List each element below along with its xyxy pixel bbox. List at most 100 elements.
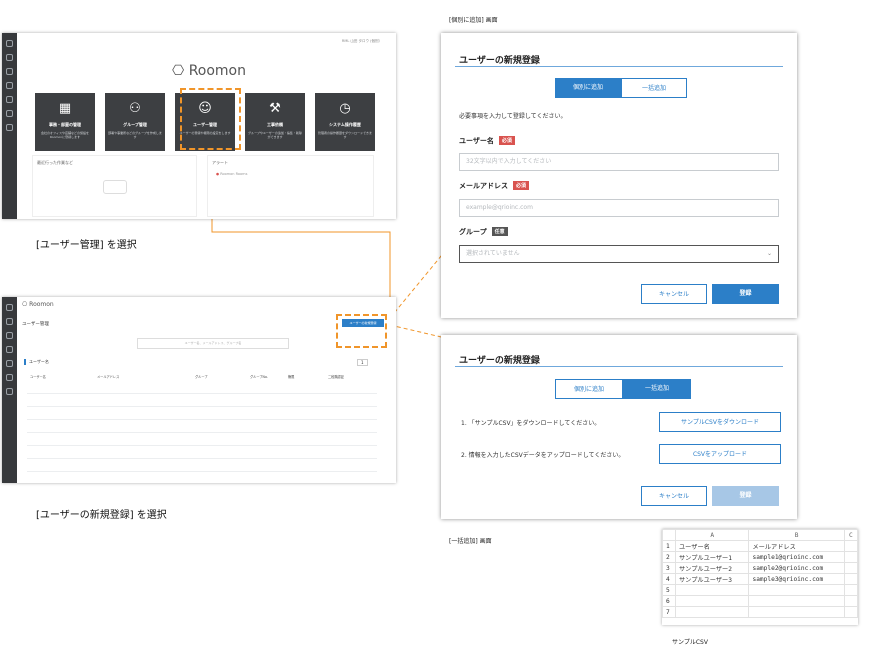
roomon-logo-icon: ⎔ xyxy=(172,63,185,79)
email-label: メールアドレス 必須 xyxy=(459,181,530,191)
table-row[interactable] xyxy=(27,407,377,420)
cell[interactable]: サンプルユーザー3 xyxy=(674,573,750,585)
csv-table: A B C 1 ユーザー名 メールアドレス 2 サンプルユーザー1 sample1@qr… xyxy=(662,529,858,618)
username-label-text: ユーザー名 xyxy=(459,137,494,145)
col-role: 権限 xyxy=(288,375,295,379)
col-header-b: B xyxy=(748,529,845,541)
table-row[interactable] xyxy=(27,459,377,472)
cell[interactable] xyxy=(843,540,858,552)
csv-row: 2 サンプルユーザー1 sample1@qrioinc.com xyxy=(662,551,858,563)
users-logo-text: Roomon xyxy=(29,301,54,308)
table-header: ユーザー名 メールアドレス グループ グループNo. 権限 二段階認証 xyxy=(30,374,360,379)
alert-panel: アラート ● Roomon Rooms xyxy=(207,155,374,217)
tile-facility[interactable]: ▦ 事務・部屋の管理 会社のオフィスや店舗などの施設をRoomonに登録します xyxy=(35,93,95,151)
home-user-label[interactable]: RML 山田 タロウ (個別） xyxy=(342,39,382,44)
users-page-title: ユーザー管理 xyxy=(22,322,49,327)
tile-construction[interactable]: ⚒ 工事依頼 グループやユーザーの追加・編集・削除ができます xyxy=(245,93,305,151)
row-number: 6 xyxy=(662,595,676,607)
csv-row: 5 xyxy=(662,584,858,596)
upload-csv-button[interactable]: CSVをアップロード xyxy=(659,444,781,464)
cell[interactable] xyxy=(843,584,858,596)
step2-text: 2. 情報を入力したCSVデータをアップロードしてください。 xyxy=(461,452,625,459)
table-row[interactable] xyxy=(27,381,377,394)
search-input[interactable]: ユーザー名、メールアドレス、グループ名 xyxy=(137,338,289,349)
modal-title-rule xyxy=(455,366,783,367)
recent-label: 最近行った作業など xyxy=(37,160,73,165)
tab-bulk[interactable]: 一括追加 xyxy=(623,379,691,399)
cell[interactable]: sample1@qrioinc.com xyxy=(748,551,845,563)
modal-title: ユーザーの新規登録 xyxy=(459,356,540,366)
row-number: 2 xyxy=(662,551,676,563)
recent-panel: 最近行った作業など xyxy=(32,155,197,217)
tools-icon: ⚒ xyxy=(269,101,281,116)
cell[interactable] xyxy=(674,584,750,596)
download-sample-button[interactable]: サンプルCSVをダウンロード xyxy=(659,412,781,432)
col-group: グループ xyxy=(195,375,208,379)
alert-label: アラート xyxy=(212,160,228,165)
group-select-value: 選択されていません xyxy=(466,250,520,257)
modal-title: ユーザーの新規登録 xyxy=(459,56,540,66)
csv-sheet: A B C 1 ユーザー名 メールアドレス 2 サンプルユーザー1 sample1@qr… xyxy=(662,529,858,625)
cell[interactable] xyxy=(843,595,858,607)
register-button[interactable]: 登録 xyxy=(712,486,779,506)
csv-caption: サンプルCSV xyxy=(672,639,708,646)
tile-desc: 会社のオフィスや店舗などの施設をRoomonに登録します xyxy=(41,131,89,139)
row-number: 3 xyxy=(662,562,676,574)
tab-individual[interactable]: 個別に追加 xyxy=(555,78,621,98)
table-row[interactable] xyxy=(27,420,377,433)
cell[interactable] xyxy=(843,551,858,563)
group-icon: ⚇ xyxy=(129,101,141,116)
home-logo-text: Roomon xyxy=(188,63,246,79)
cell[interactable] xyxy=(843,562,858,574)
alert-item[interactable]: ● Roomon Rooms xyxy=(216,172,373,176)
table-row[interactable] xyxy=(27,394,377,407)
cell[interactable] xyxy=(674,595,750,607)
roomon-logo-icon: ⎔ xyxy=(22,301,28,308)
cell[interactable]: サンプルユーザー1 xyxy=(674,551,750,563)
cell[interactable]: メールアドレス xyxy=(748,540,845,552)
row-number: 7 xyxy=(662,606,676,618)
tile-desc: グループやユーザーの追加・編集・削除ができます xyxy=(248,131,302,139)
csv-row: 7 xyxy=(662,606,858,618)
tile-desc: 部署や事業所などのグループを作成します xyxy=(108,131,162,139)
cell[interactable]: sample3@qrioinc.com xyxy=(748,573,845,585)
step1-caption: [ユーザー管理] を選択 xyxy=(36,240,137,251)
table-row[interactable] xyxy=(27,472,377,483)
pager[interactable]: 1 xyxy=(357,359,368,366)
cell[interactable]: ユーザー名 xyxy=(674,540,750,552)
username-input[interactable]: 32文字以内で入力してください xyxy=(459,153,779,171)
group-select[interactable]: 選択されていません ⌄ xyxy=(459,245,779,263)
cell[interactable] xyxy=(843,573,858,585)
cell[interactable] xyxy=(748,595,845,607)
tile-title: 事務・部屋の管理 xyxy=(49,122,81,127)
email-label-text: メールアドレス xyxy=(459,182,508,190)
home-logo: ⎔ Roomon xyxy=(172,63,246,79)
tile-title: システム操作履歴 xyxy=(329,122,361,127)
tile-history[interactable]: ◷ システム操作履歴 管理者の操作履歴をダウンロードできます xyxy=(315,93,375,151)
email-input[interactable]: example@qrioinc.com xyxy=(459,199,779,217)
table-row[interactable] xyxy=(27,446,377,459)
register-button[interactable]: 登録 xyxy=(712,284,779,304)
cell[interactable] xyxy=(674,606,750,618)
cancel-button[interactable]: キャンセル xyxy=(641,486,707,506)
users-logo: ⎔ Roomon xyxy=(22,301,54,308)
tile-title: グループ管理 xyxy=(123,122,147,127)
individual-screen-caption: [個別に追加] 画面 xyxy=(449,17,498,24)
cell[interactable] xyxy=(748,606,845,618)
col-group-no: グループNo. xyxy=(250,375,268,379)
col-header-c: C xyxy=(843,529,858,541)
cell[interactable]: サンプルユーザー2 xyxy=(674,562,750,574)
cell[interactable]: sample2@qrioinc.com xyxy=(748,562,845,574)
tile-group[interactable]: ⚇ グループ管理部署や事業所などのグループを作成します xyxy=(105,93,165,151)
cancel-button[interactable]: キャンセル xyxy=(641,284,707,304)
highlight-new-user-button xyxy=(336,314,387,348)
csv-row: 6 xyxy=(662,595,858,607)
section-title: ユーザー名 xyxy=(24,359,49,365)
cell[interactable] xyxy=(843,606,858,618)
tab-bulk[interactable]: 一括追加 xyxy=(621,78,687,98)
table-rows xyxy=(27,381,377,483)
table-row[interactable] xyxy=(27,433,377,446)
cell[interactable] xyxy=(748,584,845,596)
required-badge: 必須 xyxy=(513,181,530,190)
tab-individual[interactable]: 個別に追加 xyxy=(555,379,623,399)
